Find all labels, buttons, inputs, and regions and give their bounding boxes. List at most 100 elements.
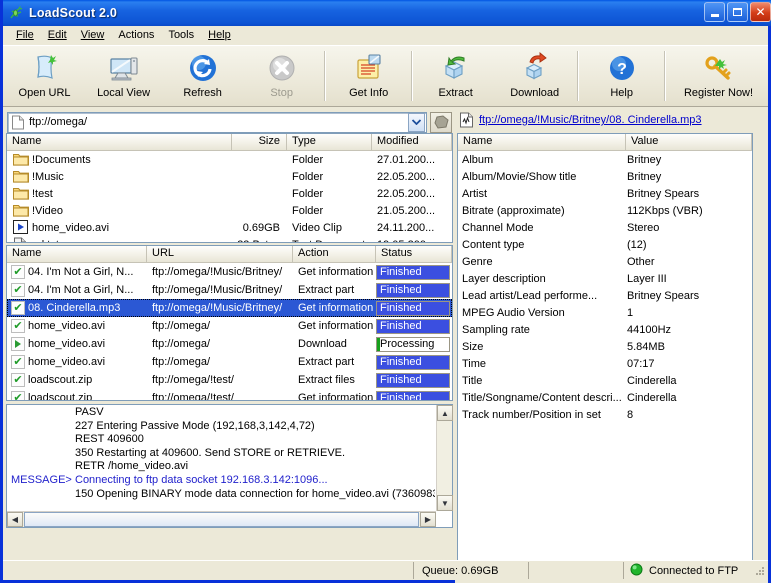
menu-item-edit[interactable]: Edit	[41, 28, 74, 42]
go-blob-icon[interactable]	[430, 112, 452, 133]
column-header-size[interactable]: Size	[232, 134, 287, 150]
file-row[interactable]: !testFolder22.05.200...	[7, 185, 452, 202]
info-row[interactable]: Size5.84MB	[458, 338, 752, 355]
chevron-down-icon[interactable]	[408, 113, 425, 132]
info-row[interactable]: GenreOther	[458, 253, 752, 270]
column-header-queue-url[interactable]: URL	[147, 246, 293, 262]
info-name: Title	[458, 375, 626, 387]
info-row[interactable]: TitleCinderella	[458, 372, 752, 389]
toolbar-button-refresh[interactable]: Refresh	[163, 46, 242, 106]
info-row[interactable]: Bitrate (approximate)112Kbps (VBR)	[458, 202, 752, 219]
queue-row[interactable]: ✔08. Cinderella.mp3ftp://omega/!Music/Br…	[7, 299, 452, 317]
info-row[interactable]: MPEG Audio Version1	[458, 304, 752, 321]
queue-row[interactable]: home_video.aviftp://omega/DownloadProces…	[7, 335, 452, 353]
file-row[interactable]: home_video.avi0.69GBVideo Clip24.11.200.…	[7, 219, 452, 236]
toolbar-label: Help	[610, 87, 633, 99]
menu-item-actions[interactable]: Actions	[111, 28, 161, 42]
menu-item-view[interactable]: View	[74, 28, 112, 42]
log-area[interactable]: PASV227 Entering Passive Mode (192,168,3…	[6, 404, 453, 528]
toolbar: Open URL Local View	[3, 45, 768, 107]
column-header-modified[interactable]: Modified	[372, 134, 452, 150]
toolbar-button-help[interactable]: ? Help	[582, 46, 661, 106]
queue-status-label: Finished	[377, 320, 449, 333]
menu-item-tools[interactable]: Tools	[161, 28, 201, 42]
column-header-queue-name[interactable]: Name	[7, 246, 147, 262]
info-name: Album/Movie/Show title	[458, 171, 626, 183]
file-row[interactable]: url.txt33 BytesText Document19.05.200...	[7, 236, 452, 243]
toolbar-button-local-view[interactable]: Local View	[84, 46, 163, 106]
log-vertical-scrollbar[interactable]: ▲ ▼	[436, 405, 452, 511]
file-name: !Music	[32, 171, 64, 183]
maximize-button[interactable]	[727, 2, 748, 22]
status-middle	[528, 562, 623, 579]
info-row[interactable]: AlbumBritney	[458, 151, 752, 168]
queue-row[interactable]: ✔loadscout.zipftp://omega/!test/Extract …	[7, 371, 452, 389]
info-name: Size	[458, 341, 626, 353]
close-button[interactable]: ✕	[750, 2, 771, 22]
minimize-button[interactable]	[704, 2, 725, 22]
info-value: Britney Spears	[626, 188, 752, 200]
column-header-queue-action[interactable]: Action	[293, 246, 376, 262]
toolbar-button-get-info[interactable]: Get Info	[329, 46, 408, 106]
column-header-name[interactable]: Name	[7, 134, 232, 150]
refresh-icon	[187, 52, 219, 84]
info-row[interactable]: Layer descriptionLayer III	[458, 270, 752, 287]
info-row[interactable]: Album/Movie/Show titleBritney	[458, 168, 752, 185]
queue-row[interactable]: ✔home_video.aviftp://omega/Extract partF…	[7, 353, 452, 371]
address-input[interactable]: ftp://omega/	[7, 112, 427, 133]
column-header-info-name[interactable]: Name	[458, 134, 626, 150]
log-horizontal-scrollbar[interactable]: ◀ ▶	[7, 511, 436, 527]
toolbar-button-stop[interactable]: Stop	[242, 46, 321, 106]
queue-url: ftp://omega/	[147, 338, 293, 350]
info-row[interactable]: Title/Songname/Content descri...Cinderel…	[458, 389, 752, 406]
file-list[interactable]: Name Size Type Modified !DocumentsFolder…	[6, 133, 453, 243]
info-row[interactable]: Track number/Position in set8	[458, 406, 752, 423]
horizontal-scroll-thumb[interactable]	[24, 512, 419, 527]
queue-row[interactable]: ✔home_video.aviftp://omega/Get informati…	[7, 317, 452, 335]
toolbar-button-open-url[interactable]: Open URL	[5, 46, 84, 106]
queue-row[interactable]: ✔04. I'm Not a Girl, N...ftp://omega/!Mu…	[7, 263, 452, 281]
info-row[interactable]: Lead artist/Lead performe...Britney Spea…	[458, 287, 752, 304]
info-row[interactable]: ArtistBritney Spears	[458, 185, 752, 202]
info-row[interactable]: Content type(12)	[458, 236, 752, 253]
queue-action: Get information	[293, 302, 376, 314]
scroll-up-button[interactable]: ▲	[437, 405, 453, 421]
info-row[interactable]: Sampling rate44100Hz	[458, 321, 752, 338]
toolbar-button-register[interactable]: Register Now!	[669, 46, 768, 106]
queue-row[interactable]: ✔04. I'm Not a Girl, N...ftp://omega/!Mu…	[7, 281, 452, 299]
toolbar-button-download[interactable]: Download	[495, 46, 574, 106]
info-row[interactable]: Time07:17	[458, 355, 752, 372]
resize-grip[interactable]	[752, 564, 766, 578]
info-list[interactable]: Name Value AlbumBritneyAlbum/Movie/Show …	[457, 133, 753, 570]
info-value: 112Kbps (VBR)	[626, 205, 752, 217]
column-header-queue-status[interactable]: Status	[376, 246, 452, 262]
queue-name: home_video.avi	[28, 356, 105, 368]
file-row[interactable]: !VideoFolder21.05.200...	[7, 202, 452, 219]
queue-status-label: Finished	[377, 302, 449, 315]
file-type: Folder	[287, 154, 372, 166]
scroll-left-button[interactable]: ◀	[7, 512, 23, 527]
scroll-right-button[interactable]: ▶	[420, 512, 436, 527]
info-row[interactable]: Channel ModeStereo	[458, 219, 752, 236]
toolbar-label: Get Info	[349, 87, 388, 99]
play-icon	[11, 337, 25, 351]
info-file-link[interactable]: ftp://omega/!Music/Britney/08. Cinderell…	[479, 114, 702, 126]
status-queue: Queue: 0.69GB	[413, 562, 528, 579]
svg-text:?: ?	[617, 61, 627, 78]
toolbar-button-extract[interactable]: Extract	[416, 46, 495, 106]
mp3-file-icon	[459, 112, 474, 128]
column-header-info-value[interactable]: Value	[626, 134, 752, 150]
column-header-type[interactable]: Type	[287, 134, 372, 150]
scroll-down-button[interactable]: ▼	[437, 495, 453, 511]
queue-row[interactable]: ✔loadscout.zipftp://omega/!test/Get info…	[7, 389, 452, 401]
log-line: REST 409600	[11, 433, 435, 447]
file-row[interactable]: !DocumentsFolder27.01.200...	[7, 151, 452, 168]
file-type: Text Document	[287, 239, 372, 244]
menu-item-file[interactable]: File	[9, 28, 41, 42]
file-row[interactable]: !MusicFolder22.05.200...	[7, 168, 452, 185]
menu-item-help[interactable]: Help	[201, 28, 238, 42]
queue-list[interactable]: Name URL Action Status ✔04. I'm Not a Gi…	[6, 245, 453, 401]
log-panel[interactable]: PASV227 Entering Passive Mode (192,168,3…	[6, 404, 453, 528]
application-window: LoadScout 2.0 ✕ File Edit View Actions T…	[0, 0, 771, 583]
info-name: MPEG Audio Version	[458, 307, 626, 319]
